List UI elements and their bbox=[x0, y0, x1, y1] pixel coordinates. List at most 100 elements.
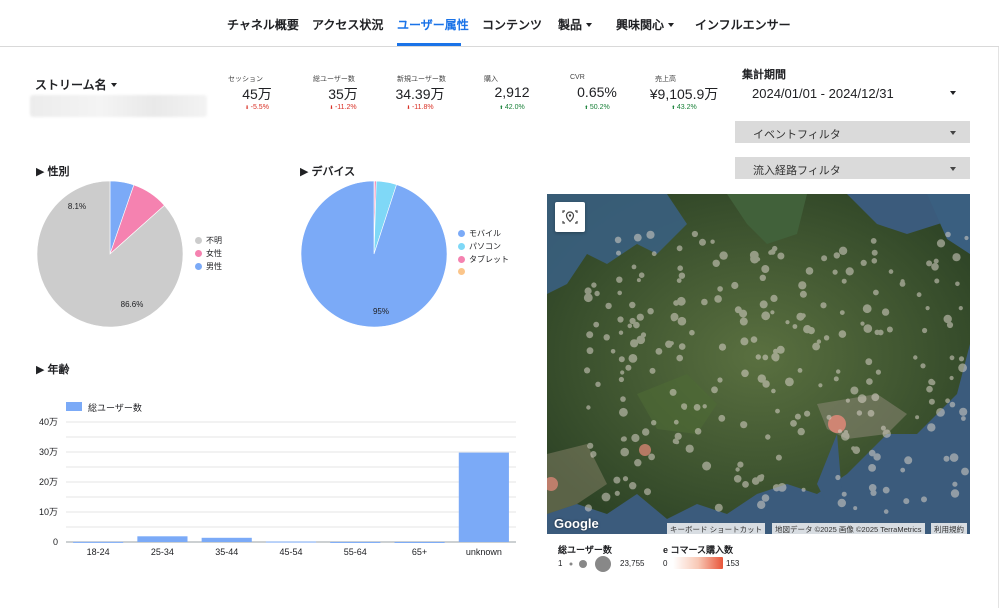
map-user-marker[interactable] bbox=[634, 459, 642, 467]
map-user-marker[interactable] bbox=[644, 488, 651, 496]
map-user-marker[interactable] bbox=[836, 369, 841, 374]
map-user-marker[interactable] bbox=[816, 339, 822, 344]
map-user-marker[interactable] bbox=[926, 385, 933, 393]
map-user-marker[interactable] bbox=[740, 421, 748, 429]
map-user-marker[interactable] bbox=[943, 314, 952, 324]
tab-3[interactable]: コンテンツ bbox=[482, 16, 542, 33]
map-user-marker[interactable] bbox=[928, 398, 935, 405]
map-user-marker[interactable] bbox=[899, 281, 906, 287]
map-user-marker[interactable] bbox=[949, 453, 959, 462]
map-user-marker[interactable] bbox=[799, 290, 807, 298]
map-user-marker[interactable] bbox=[958, 306, 963, 311]
map-user-marker[interactable] bbox=[750, 336, 758, 343]
map-user-marker[interactable] bbox=[870, 238, 877, 244]
map-user-marker[interactable] bbox=[845, 398, 850, 403]
map-user-marker[interactable] bbox=[636, 313, 644, 321]
bar-35-44[interactable] bbox=[201, 537, 252, 542]
bar-55-64[interactable] bbox=[330, 541, 381, 543]
map-user-marker[interactable] bbox=[622, 476, 629, 482]
bar-unknown[interactable] bbox=[458, 452, 509, 542]
map-user-marker[interactable] bbox=[677, 316, 687, 326]
map-user-marker[interactable] bbox=[871, 258, 878, 264]
map-user-marker[interactable] bbox=[865, 358, 873, 366]
map-user-marker[interactable] bbox=[694, 428, 702, 435]
map-user-marker[interactable] bbox=[583, 293, 593, 303]
map-user-marker[interactable] bbox=[772, 354, 780, 362]
map-user-marker[interactable] bbox=[740, 337, 749, 346]
map-user-marker[interactable] bbox=[792, 324, 798, 329]
map-user-marker[interactable] bbox=[770, 310, 775, 315]
map-user-marker[interactable] bbox=[717, 377, 723, 383]
map-user-marker[interactable] bbox=[739, 317, 748, 326]
map-user-marker[interactable] bbox=[594, 290, 600, 297]
map-user-marker[interactable] bbox=[629, 301, 636, 309]
map-user-marker[interactable] bbox=[595, 381, 601, 387]
map-user-marker[interactable] bbox=[832, 269, 838, 275]
map-user-marker[interactable] bbox=[785, 377, 794, 387]
map-user-marker[interactable] bbox=[770, 294, 778, 302]
map-user-marker[interactable] bbox=[714, 503, 723, 512]
map-user-marker[interactable] bbox=[584, 367, 591, 374]
chevron-down-icon[interactable] bbox=[950, 91, 956, 95]
map-user-marker[interactable] bbox=[655, 348, 663, 355]
map-user-marker[interactable] bbox=[841, 278, 847, 284]
map-user-marker[interactable] bbox=[676, 245, 683, 252]
map-user-marker[interactable] bbox=[677, 265, 683, 271]
map-user-marker[interactable] bbox=[949, 355, 955, 361]
map-user-marker[interactable] bbox=[794, 413, 801, 420]
map-user-marker[interactable] bbox=[678, 272, 686, 279]
map-user-marker[interactable] bbox=[903, 498, 910, 505]
map-user-marker[interactable] bbox=[646, 230, 655, 239]
date-range-picker[interactable]: 2024/01/01 - 2024/12/31 bbox=[752, 86, 894, 101]
map-user-marker[interactable] bbox=[949, 375, 954, 381]
map-user-marker[interactable] bbox=[775, 408, 780, 414]
map-user-marker[interactable] bbox=[689, 329, 695, 336]
map-user-marker[interactable] bbox=[866, 378, 873, 385]
map-user-marker[interactable] bbox=[627, 323, 633, 329]
map-user-marker[interactable] bbox=[733, 475, 742, 483]
map-user-marker[interactable] bbox=[717, 286, 723, 292]
tab-6[interactable]: インフルエンサー bbox=[695, 16, 791, 33]
map-user-marker[interactable] bbox=[605, 302, 612, 310]
map-user-marker[interactable] bbox=[915, 415, 920, 420]
map-user-marker[interactable] bbox=[949, 401, 956, 408]
map-user-marker[interactable] bbox=[621, 436, 627, 442]
tab-0[interactable]: チャネル概要 bbox=[227, 16, 299, 33]
map-user-marker[interactable] bbox=[762, 380, 770, 388]
map-user-marker[interactable] bbox=[900, 467, 906, 473]
map-user-marker[interactable] bbox=[699, 238, 706, 246]
map-user-marker[interactable] bbox=[638, 272, 645, 278]
map-user-marker[interactable] bbox=[927, 423, 936, 432]
map-user-marker[interactable] bbox=[961, 416, 966, 421]
map-user-marker[interactable] bbox=[625, 364, 632, 371]
map-user-marker[interactable] bbox=[601, 492, 611, 502]
map-user-marker[interactable] bbox=[640, 332, 647, 338]
legend-item[interactable]: モバイル bbox=[458, 228, 501, 239]
pie-slice[interactable] bbox=[300, 180, 448, 328]
map-user-marker[interactable] bbox=[593, 321, 600, 328]
map-user-marker[interactable] bbox=[804, 410, 811, 417]
map-user-marker[interactable] bbox=[759, 300, 768, 309]
map-user-marker[interactable] bbox=[617, 316, 624, 323]
map-user-marker[interactable] bbox=[731, 281, 739, 290]
map-user-marker[interactable] bbox=[648, 453, 655, 461]
map-user-marker[interactable] bbox=[628, 354, 638, 363]
map-user-marker[interactable] bbox=[591, 282, 597, 288]
map-user-marker[interactable] bbox=[845, 267, 854, 276]
map-user-marker[interactable] bbox=[631, 433, 640, 443]
map-user-marker[interactable] bbox=[933, 258, 939, 264]
map-user-marker[interactable] bbox=[765, 434, 771, 440]
map-user-marker[interactable] bbox=[797, 368, 803, 373]
map-user-marker[interactable] bbox=[636, 278, 641, 283]
map-user-marker[interactable] bbox=[584, 504, 592, 512]
map-user-marker[interactable] bbox=[904, 456, 913, 465]
map-user-marker[interactable] bbox=[871, 249, 878, 256]
map-user-marker[interactable] bbox=[888, 269, 894, 274]
map-user-marker[interactable] bbox=[616, 250, 621, 256]
map-user-marker[interactable] bbox=[863, 324, 873, 333]
map-user-marker[interactable] bbox=[676, 354, 683, 362]
map-user-marker[interactable] bbox=[719, 251, 728, 260]
terms-link[interactable]: 利用規約 bbox=[931, 523, 967, 534]
map-user-marker[interactable] bbox=[761, 494, 770, 502]
map-user-marker[interactable] bbox=[673, 300, 679, 306]
